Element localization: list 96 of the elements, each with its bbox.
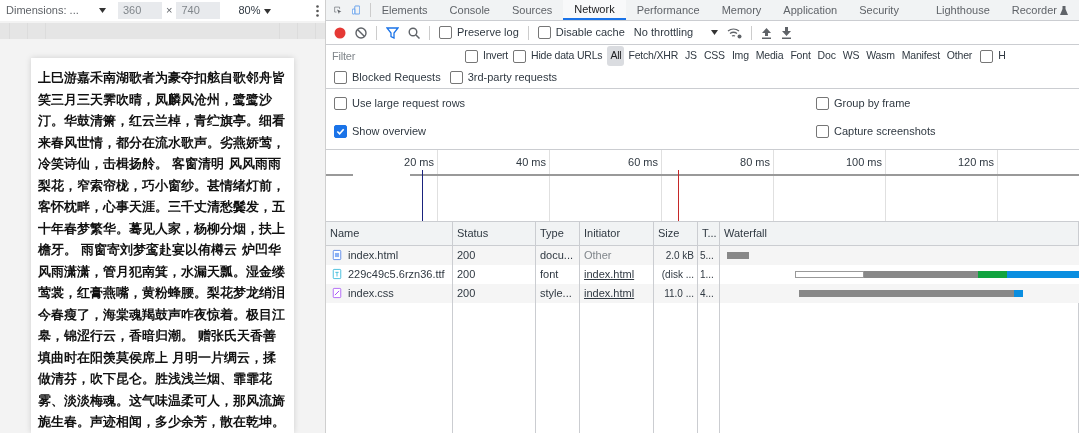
table-cell-text: 2.0 kB <box>665 248 694 263</box>
panel-tab[interactable]: Performance <box>625 0 711 20</box>
initiator-link[interactable]: index.html <box>584 284 635 302</box>
column-header[interactable]: Size <box>658 224 680 242</box>
waterfall-bar <box>727 251 749 259</box>
request-name: index.css <box>348 285 394 301</box>
initiator-link[interactable]: index.html <box>584 265 635 283</box>
table-cell-text: 200 <box>457 285 476 301</box>
checkbox[interactable] <box>334 96 347 110</box>
column-header[interactable]: Type <box>540 224 564 242</box>
type-filter[interactable]: Media <box>752 46 787 66</box>
download-icon[interactable] <box>781 26 793 39</box>
column-header[interactable]: Waterfall <box>724 224 767 242</box>
table-cell-text: (disk ... <box>661 267 694 282</box>
table-cell-text: docu... <box>540 247 574 263</box>
flask-icon <box>1060 5 1068 15</box>
type-filter[interactable]: Img <box>728 46 752 66</box>
request-name: index.html <box>348 247 399 263</box>
more-icon[interactable] <box>316 4 319 17</box>
checkbox-label: Hide data URLs <box>531 48 603 64</box>
panel-tab[interactable]: Memory <box>710 0 773 20</box>
filter-icon[interactable] <box>386 26 399 39</box>
caret-icon <box>711 30 719 35</box>
upload-icon[interactable] <box>761 26 773 39</box>
times-sign: × <box>166 3 173 19</box>
dimensions-dropdown[interactable]: Dimensions: ... <box>6 2 106 19</box>
checkbox-label: Invert <box>483 48 509 64</box>
type-filter[interactable]: Fetch/XHR <box>625 46 681 66</box>
panel-tab[interactable]: Sources <box>500 0 564 20</box>
type-filter[interactable]: WS <box>839 46 863 66</box>
type-filter[interactable]: Wasm <box>863 46 898 66</box>
checkbox[interactable] <box>537 26 551 39</box>
column-header[interactable]: Initiator <box>584 224 621 242</box>
table-cell-text: font <box>540 266 559 282</box>
caret-icon <box>263 8 271 14</box>
table-cell-text: 1... <box>700 267 714 282</box>
checkbox-label: Preserve log <box>457 25 519 41</box>
table-cell-text: 4... <box>700 286 714 301</box>
checkbox-label: Blocked Requests <box>352 70 441 86</box>
column-header[interactable]: Status <box>457 224 489 242</box>
panel-tab[interactable]: Security <box>848 0 910 20</box>
column-header[interactable]: Name <box>330 224 360 242</box>
panel-tab[interactable]: Network <box>563 0 626 20</box>
page-text: 上巳游嘉禾南湖歌者为豪夺扣舷自歌邻舟皆 笑三月三天霁吹晴，凤麟风沧州，鹭鹭沙 汀。华鼓清箫，红云兰棹，青纻旗亭。细看 来春风世情，都分在流水歌声。劣燕娇莺， 冷笑诗仙，击楫扬舲。 客窗清明 风风雨雨 梨花，窄索帘栊，巧小窗纱。甚情绪灯前， 客怀枕畔，心事天涯。三千丈清愁鬓发，五 十年春梦繁华。蓦见人家，杨柳分烟，扶上 檐牙。 雨窗寄刘梦鸾赴宴以侑樽云 炉凹华 风雨潇潇，管月犯南箕，水漏天瓢。湿金缕 莺裳，红膏燕嘴，黄粉蜂腰。梨花梦龙绡泪 今春瘦了，海棠魂羯鼓声咋夜惊着。极目江 皋，锦涩行云，香暗归潮。 赠张氏天香善 填曲时在阳羡莫侯席上 月明一片绸云，揉 做清芬，吹下昆仑。胜浅浅兰烟、霏霏花 雾、淡淡梅魂。这气味温柔可人，那风流旖 旎生春。声迹相闻，多少余芳，散在乾坤。 <box>31 58 294 433</box>
stylesheet-file-icon <box>332 287 342 299</box>
panel-tab[interactable]: Lighthouse <box>924 0 1001 20</box>
checkbox[interactable] <box>449 71 463 84</box>
caret-icon <box>99 8 106 13</box>
type-filter[interactable]: Manifest <box>898 46 943 66</box>
type-filter[interactable]: Doc <box>814 46 839 66</box>
panel-tab[interactable]: Recorder <box>1000 0 1079 20</box>
throttling-dropdown[interactable]: No throttling <box>633 24 719 41</box>
table-cell-text: style... <box>540 285 572 301</box>
table-cell-text: 5... <box>700 248 714 263</box>
checkbox-label: 3rd-party requests <box>467 70 557 86</box>
checkbox-label: Show overview <box>352 124 426 140</box>
checkbox-label: Use large request rows <box>352 96 466 111</box>
time-tick: 100 ms <box>845 154 882 170</box>
type-filter[interactable]: JS <box>682 46 700 66</box>
checkbox-label: H <box>998 48 1006 64</box>
table-cell-text: Other <box>584 247 612 263</box>
type-filter[interactable]: Font <box>787 46 814 66</box>
time-tick: 80 ms <box>740 154 770 170</box>
panel-tab[interactable]: Elements <box>370 0 439 20</box>
table-cell-text: 11.0 ... <box>664 286 694 301</box>
type-filter[interactable]: Other <box>943 46 976 66</box>
panel-tab[interactable]: Application <box>772 0 849 20</box>
time-tick: 60 ms <box>628 154 658 170</box>
time-tick: 120 ms <box>957 154 994 170</box>
column-header[interactable]: T... <box>702 224 717 242</box>
time-tick: 40 ms <box>516 154 546 170</box>
checkbox-label: Capture screenshots <box>834 124 936 140</box>
font-file-icon <box>332 268 342 280</box>
record-icon[interactable] <box>334 26 346 39</box>
checkbox-label: Disable cache <box>555 25 625 41</box>
panel-tab[interactable]: Console <box>438 0 501 20</box>
zoom-dropdown[interactable]: 80% <box>238 2 271 19</box>
checkbox[interactable] <box>816 125 829 138</box>
request-name: 229c49c5.6rzn36.ttf <box>348 266 445 282</box>
checkbox[interactable] <box>980 49 994 63</box>
time-tick: 20 ms <box>404 154 434 170</box>
type-filter[interactable]: All <box>607 46 625 66</box>
wifi-settings-icon[interactable] <box>727 26 743 39</box>
checkbox-label: Group by frame <box>834 96 911 111</box>
checkbox[interactable] <box>513 49 527 63</box>
checkbox[interactable] <box>465 49 478 63</box>
search-icon[interactable] <box>408 26 420 39</box>
table-cell-text: 200 <box>457 266 476 282</box>
checkbox[interactable] <box>816 96 829 110</box>
document-file-icon <box>332 249 342 261</box>
checkbox[interactable] <box>334 125 347 138</box>
checkbox[interactable] <box>334 71 347 84</box>
table-cell-text: 200 <box>457 247 476 263</box>
type-filter[interactable]: CSS <box>700 46 728 66</box>
checkbox[interactable] <box>439 26 452 39</box>
clear-icon[interactable] <box>355 26 367 39</box>
